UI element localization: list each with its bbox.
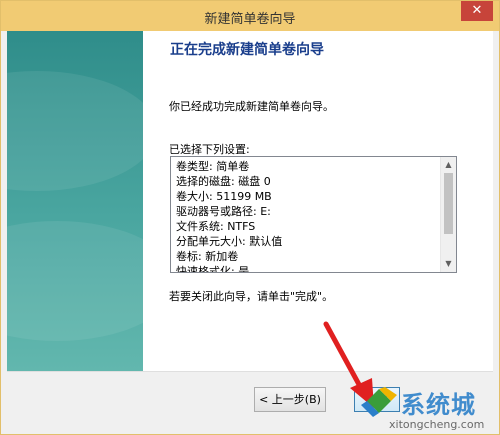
- finish-hint-text: 若要关闭此向导，请单击"完成"。: [169, 290, 334, 303]
- watermark-logo-icon: [361, 387, 397, 417]
- settings-item: 卷标: 新加卷: [176, 250, 239, 263]
- scroll-thumb[interactable]: [444, 173, 453, 234]
- watermark-url: xitongcheng.com: [389, 418, 485, 431]
- watermark: 系统城 xitongcheng.com: [357, 383, 497, 433]
- scroll-down-icon[interactable]: ▼: [441, 257, 456, 271]
- settings-item: 卷大小: 51199 MB: [176, 190, 272, 203]
- settings-list: 卷类型: 简单卷 选择的磁盘: 磁盘 0 卷大小: 51199 MB 驱动器号或…: [176, 159, 283, 273]
- settings-item: 卷类型: 简单卷: [176, 160, 250, 173]
- settings-item: 驱动器号或路径: E:: [176, 205, 271, 218]
- wizard-side-banner: [7, 31, 143, 371]
- settings-item: 文件系统: NTFS: [176, 220, 256, 233]
- title-bar[interactable]: 新建简单卷向导 ✕: [1, 1, 499, 31]
- settings-item: 分配单元大小: 默认值: [176, 235, 283, 248]
- wizard-window: 新建简单卷向导 ✕ 正在完成新建简单卷向导 你已经成功完成新建简单卷向导。 已选…: [0, 0, 500, 435]
- watermark-name: 系统城: [401, 391, 476, 419]
- settings-label: 已选择下列设置:: [169, 143, 250, 156]
- settings-item: 快速格式化: 是: [176, 265, 250, 273]
- footer-divider: [7, 371, 493, 372]
- intro-text: 你已经成功完成新建简单卷向导。: [169, 100, 334, 113]
- settings-item: 选择的磁盘: 磁盘 0: [176, 175, 271, 188]
- vertical-scrollbar[interactable]: ▲ ▼: [440, 157, 456, 272]
- scroll-up-icon[interactable]: ▲: [441, 158, 456, 172]
- close-button[interactable]: ✕: [461, 1, 493, 21]
- page-heading: 正在完成新建简单卷向导: [170, 42, 324, 58]
- settings-list-box[interactable]: 卷类型: 简单卷 选择的磁盘: 磁盘 0 卷大小: 51199 MB 驱动器号或…: [170, 156, 457, 273]
- banner-decoration: [7, 221, 143, 341]
- banner-decoration: [7, 71, 143, 191]
- window-title: 新建简单卷向导: [204, 12, 296, 27]
